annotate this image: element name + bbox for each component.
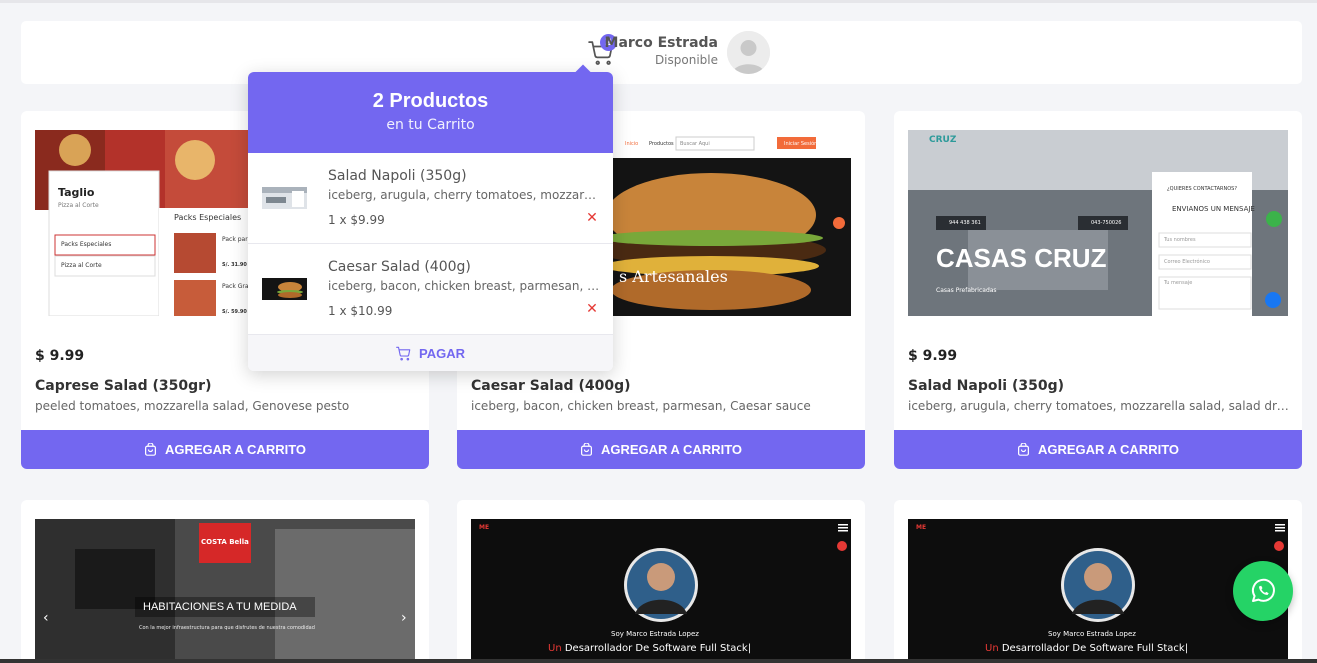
- portfolio-role-line: Un Desarrollador De Software Full Stack|: [985, 643, 1188, 654]
- cruz-sub: Casas Prefabricadas: [936, 287, 997, 294]
- product-card: ME Soy Marco Estrada Lopez Un Desarrolla…: [457, 500, 865, 663]
- add-to-cart-label: AGREGAR A CARRITO: [164, 442, 307, 457]
- remove-item-x-icon[interactable]: ✕: [585, 211, 599, 225]
- cruz-form-top: ¿QUIERES CONTACTARNOS?: [1167, 186, 1237, 192]
- burger-cta: Iniciar Sesión: [784, 141, 818, 147]
- portfolio-site-preview: [471, 519, 851, 663]
- burger-nav-1: Inicio: [625, 141, 639, 147]
- cart-dropdown-title: 2 Productos: [372, 90, 489, 112]
- remove-item-x-icon[interactable]: ✕: [585, 302, 599, 316]
- taglio-section: Packs Especiales: [174, 213, 242, 222]
- portfolio-logo: ME: [916, 524, 927, 531]
- svg-text:‹: ‹: [43, 610, 49, 626]
- pay-label: PAGAR: [419, 345, 465, 361]
- product-description: iceberg, arugula, cherry tomatoes, mozza…: [908, 399, 1290, 413]
- burger-banner: s Artesanales: [619, 267, 728, 286]
- taglio-price-2: S/. 59.90: [222, 309, 247, 315]
- cart-item[interactable]: Salad Napoli (350g) iceberg, arugula, ch…: [248, 153, 613, 244]
- cruz-field-1: Tus nombres: [1164, 237, 1196, 243]
- taglio-tagline: Pizza al Corte: [58, 202, 99, 209]
- product-card: CRUZ 944 438 361 043-750026 CASAS CRUZ C…: [894, 111, 1302, 469]
- cruz-logo: CRUZ: [929, 135, 957, 145]
- user-name[interactable]: Marco Estrada: [605, 35, 718, 51]
- product-description: iceberg, bacon, chicken breast, parmesan…: [471, 399, 811, 413]
- product-image[interactable]: ME Soy Marco Estrada Lopez Un Desarrolla…: [908, 519, 1288, 663]
- portfolio-intro: Soy Marco Estrada Lopez: [1048, 630, 1136, 638]
- cruz-field-3: Tu mensaje: [1164, 280, 1193, 286]
- product-image[interactable]: ME Soy Marco Estrada Lopez Un Desarrolla…: [471, 519, 851, 663]
- cart-dropdown-subtitle: en tu Carrito: [386, 117, 475, 133]
- cruz-phone-1: 944 438 361: [949, 220, 981, 226]
- portfolio-logo: ME: [479, 524, 490, 531]
- hotel-logo: COSTA Bella: [201, 538, 249, 546]
- cart-item-description: iceberg, bacon, chicken breast, parmesan…: [328, 279, 600, 293]
- product-image[interactable]: CRUZ 944 438 361 043-750026 CASAS CRUZ C…: [908, 130, 1288, 316]
- shopping-bag-icon: [144, 443, 156, 456]
- cart-item-qty-price: 1 x $9.99: [328, 213, 385, 227]
- hotel-headline: HABITACIONES A TU MEDIDA: [143, 601, 297, 613]
- svg-text:›: ›: [401, 610, 407, 626]
- add-to-cart-label: AGREGAR A CARRITO: [1037, 442, 1180, 457]
- shopping-bag-icon: [1017, 443, 1029, 456]
- top-border: [0, 0, 1317, 3]
- portfolio-role: Desarrollador De Software Full Stack|: [564, 643, 752, 654]
- portfolio-role: Desarrollador De Software Full Stack|: [1001, 643, 1189, 654]
- product-title: Caprese Salad (350gr): [35, 378, 212, 394]
- portfolio-role-line: Un Desarrollador De Software Full Stack|: [548, 643, 751, 654]
- avatar[interactable]: [727, 31, 770, 74]
- cart-item-thumb: [262, 187, 307, 209]
- whatsapp-icon: [1251, 578, 1275, 602]
- burger-search: Buscar Aqui: [680, 141, 710, 147]
- portfolio-accent-word: Un: [985, 643, 999, 654]
- cart-item-name: Salad Napoli (350g): [328, 168, 467, 184]
- user-status: Disponible: [654, 53, 718, 67]
- burger-nav-2: Productos: [649, 141, 674, 147]
- taglio-menu-2: Pizza al Corte: [61, 262, 102, 269]
- product-description: peeled tomatoes, mozzarella salad, Genov…: [35, 399, 350, 413]
- bottom-edge: [0, 659, 1317, 663]
- product-price: $ 9.99: [35, 348, 85, 364]
- add-to-cart-button[interactable]: AGREGAR A CARRITO: [457, 430, 865, 469]
- whatsapp-button[interactable]: [1233, 561, 1293, 621]
- product-image[interactable]: ‹ › COSTA Bella HABITACIONES A TU MEDIDA…: [35, 519, 415, 663]
- portfolio-site-preview: [908, 519, 1288, 663]
- taglio-brand: Taglio: [58, 186, 95, 199]
- add-to-cart-label: AGREGAR A CARRITO: [600, 442, 743, 457]
- top-navbar: 2 Marco Estrada Disponible: [21, 21, 1302, 84]
- cart-item[interactable]: Caesar Salad (400g) iceberg, bacon, chic…: [248, 244, 613, 335]
- portfolio-intro: Soy Marco Estrada Lopez: [611, 630, 699, 638]
- taglio-price-1: S/. 31.90: [222, 262, 247, 268]
- add-to-cart-button[interactable]: AGREGAR A CARRITO: [21, 430, 429, 469]
- cart-dropdown: 2 Productos en tu Carrito Salad Napoli (…: [248, 72, 613, 371]
- product-card: ‹ › COSTA Bella HABITACIONES A TU MEDIDA…: [21, 500, 429, 663]
- cart-item-description: iceberg, arugula, cherry tomatoes, mozza…: [328, 188, 600, 202]
- cart-item-qty-price: 1 x $10.99: [328, 304, 393, 318]
- product-price: $ 9.99: [908, 348, 958, 364]
- cart-icon: [396, 346, 411, 360]
- add-to-cart-button[interactable]: AGREGAR A CARRITO: [894, 430, 1302, 469]
- cruz-form-title: ENVIANOS UN MENSAJE: [1172, 205, 1255, 213]
- product-title: Salad Napoli (350g): [908, 378, 1064, 394]
- cart-item-thumb: [262, 278, 307, 300]
- cart-item-name: Caesar Salad (400g): [328, 259, 471, 275]
- portfolio-accent-word: Un: [548, 643, 562, 654]
- cruz-phone-2: 043-750026: [1091, 220, 1122, 226]
- taglio-menu-1: Packs Especiales: [61, 241, 112, 248]
- cart-dropdown-header: 2 Productos en tu Carrito: [248, 72, 613, 153]
- product-title: Caesar Salad (400g): [471, 378, 631, 394]
- hotel-sub: Con la mejor infraestructura para que di…: [139, 625, 315, 631]
- pay-button[interactable]: PAGAR: [248, 335, 613, 371]
- shopping-bag-icon: [580, 443, 592, 456]
- cruz-headline: CASAS CRUZ: [936, 243, 1107, 273]
- user-silhouette-icon: [727, 31, 770, 74]
- cruz-field-2: Correo Electrónico: [1164, 259, 1210, 265]
